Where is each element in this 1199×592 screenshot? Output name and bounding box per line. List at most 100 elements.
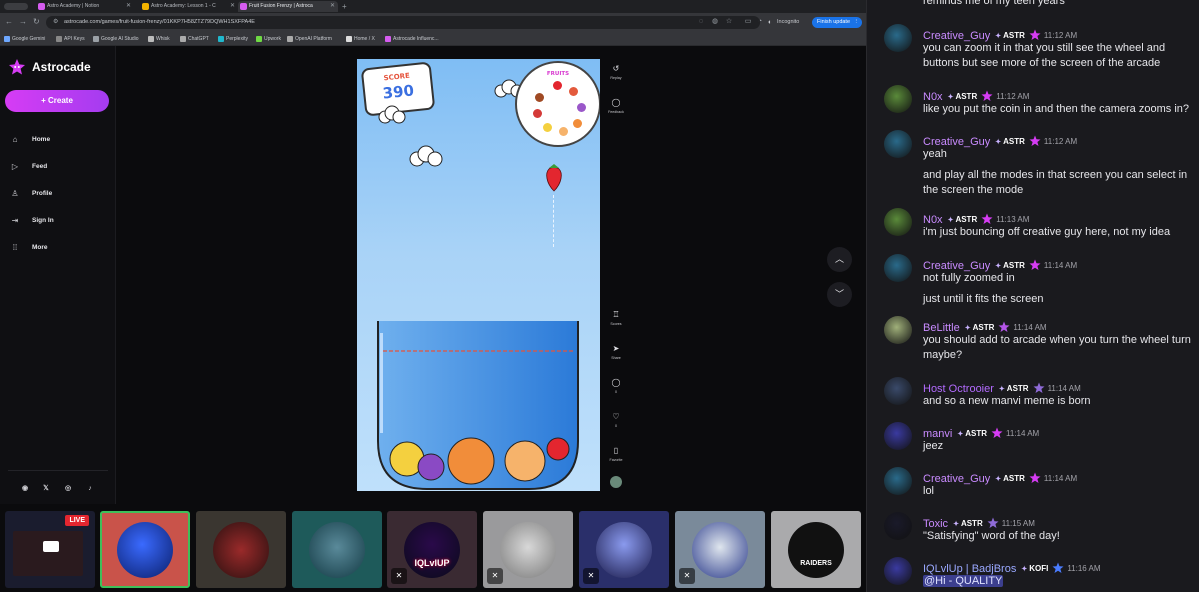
instagram-icon[interactable]: ◎	[63, 484, 73, 494]
scores-button[interactable]: ♖ Scores	[603, 310, 629, 326]
incognito-indicator[interactable]: ◐ Incognito	[768, 17, 799, 28]
star-icon[interactable]: ☆	[725, 18, 733, 26]
star-badge-icon	[1052, 562, 1064, 573]
site-info-icon[interactable]: ⚙	[53, 16, 58, 29]
cast-icon[interactable]: ◍	[711, 18, 719, 26]
stream-view: Astro Academy | Notion ✕ Astro Academy: …	[0, 0, 866, 592]
chat-message-text: yeah	[923, 148, 947, 160]
eye-off-icon[interactable]: ◌	[697, 18, 705, 26]
upwork-icon	[256, 36, 262, 42]
participant-tile[interactable]	[292, 511, 382, 588]
browser-tab[interactable]: Astro Academy: Lesson 1 - C ✕	[140, 1, 238, 12]
ai-studio-icon	[93, 36, 99, 42]
discord-icon[interactable]: ◉	[20, 484, 30, 494]
close-icon[interactable]: ✕	[126, 1, 131, 12]
user-avatar[interactable]	[884, 316, 912, 344]
feedback-button[interactable]: ◯ Feedback	[603, 98, 629, 114]
message-header: manvi ✦ ASTR 11:14 AM	[923, 424, 1039, 440]
profile-icon[interactable]: ◔	[756, 18, 764, 26]
bookmark[interactable]: ChatGPT	[180, 34, 209, 44]
timestamp: 11:12 AM	[1043, 31, 1078, 40]
mic-muted-icon: ✕	[487, 568, 503, 584]
avatar	[309, 521, 365, 578]
strawberry-icon	[569, 87, 578, 96]
nav-item-more[interactable]: ⁞⁞ More	[10, 242, 106, 254]
nav-item-profile[interactable]: ♙ Profile	[10, 188, 106, 200]
user-avatar[interactable]	[884, 467, 912, 495]
browser-tab-active[interactable]: Fruit Fusion Frenzy | Astroca ✕	[238, 1, 338, 12]
reload-icon[interactable]: ↻	[33, 17, 40, 27]
participant-tile[interactable]: ✕	[483, 511, 573, 588]
new-tab-icon[interactable]: +	[342, 0, 347, 13]
address-bar: ← → ↻ ⚙ astrocade.com/games/fruit-fusion…	[0, 13, 866, 32]
user-avatar[interactable]	[884, 377, 912, 405]
role-icon: ✦	[947, 94, 954, 101]
participant-tile[interactable]: ✕	[675, 511, 765, 588]
creator-avatar[interactable]	[610, 476, 622, 488]
participant-tile[interactable]: IQLvlUP ✕	[387, 511, 477, 588]
browser-tab[interactable]: Astro Academy | Notion ✕	[36, 1, 134, 12]
user-avatar[interactable]	[884, 254, 912, 282]
message-header: Host Octrooier ✦ ASTR 11:14 AM	[923, 379, 1081, 395]
comment-button[interactable]: ◯ 0	[603, 378, 629, 394]
bookmark[interactable]: OpenAI Platform	[287, 34, 332, 44]
game-canvas[interactable]: SCORE 390 FRUITS	[357, 59, 600, 491]
x-icon[interactable]: 𝕏	[41, 484, 51, 494]
participant-tile-active[interactable]	[100, 511, 190, 588]
user-avatar[interactable]	[884, 85, 912, 113]
participant-tile[interactable]	[196, 511, 286, 588]
chat-panel: reminds me of my teen years Creative_Guy…	[866, 0, 1199, 592]
favorite-button[interactable]: ▯ Favorite	[603, 446, 629, 462]
bookmark[interactable]: Google Gemini	[4, 34, 45, 44]
user-avatar[interactable]	[884, 24, 912, 52]
user-avatar[interactable]	[884, 422, 912, 450]
nav-item-feed[interactable]: ▷ Feed	[10, 161, 106, 173]
scroll-down-button[interactable]: ﹀	[827, 282, 852, 307]
tiktok-icon[interactable]: ♪	[85, 484, 95, 494]
nav-item-home[interactable]: ⌂ Home	[10, 134, 106, 146]
bookmark[interactable]: API Keys	[56, 34, 85, 44]
forward-icon[interactable]: →	[19, 17, 27, 27]
message-header: Creative_Guy ✦ ASTR 11:14 AM	[923, 469, 1077, 485]
like-button[interactable]: ♡ 0	[603, 412, 629, 428]
close-icon[interactable]: ✕	[230, 1, 235, 12]
bookmark[interactable]: Google AI Studio	[93, 34, 139, 44]
replay-button[interactable]: ↺ Replay	[603, 64, 629, 80]
url-field[interactable]: ⚙ astrocade.com/games/fruit-fusion-frenz…	[46, 16, 760, 29]
user-avatar[interactable]	[884, 130, 912, 158]
nav-item-sign-in[interactable]: ⇥ Sign In	[10, 215, 106, 227]
participant-tile[interactable]: RAIDERS	[771, 511, 861, 588]
bookmarks-bar: Google Gemini API Keys Google AI Studio …	[0, 32, 866, 46]
mention[interactable]: @Hi - QUALITY	[923, 575, 1004, 587]
scroll-up-button[interactable]: ︿	[827, 247, 852, 272]
bookmark[interactable]: Whisk	[148, 34, 170, 44]
window-controls[interactable]	[4, 3, 28, 10]
star-badge-icon	[1029, 472, 1041, 483]
bookmark[interactable]: Astrocade Influenc...	[385, 34, 439, 44]
screen-preview	[13, 531, 83, 576]
side-panel-icon[interactable]: ▭	[744, 18, 752, 26]
share-button[interactable]: ➤ Share	[603, 344, 629, 360]
user-avatar[interactable]	[884, 208, 912, 236]
close-icon[interactable]: ✕	[330, 1, 335, 12]
bookmark[interactable]: Upwork	[256, 34, 281, 44]
feedback-icon: ◯	[611, 98, 621, 107]
participant-tile[interactable]: ✕	[579, 511, 669, 588]
bookmark[interactable]: Home / X	[346, 34, 375, 44]
back-icon[interactable]: ←	[5, 17, 13, 27]
grid-icon: ⁞⁞	[12, 243, 18, 252]
screen-share-tile[interactable]: LIVE	[5, 511, 95, 588]
timestamp: 11:15 AM	[1001, 519, 1035, 528]
user-avatar[interactable]	[884, 557, 912, 585]
role-icon: ✦	[995, 139, 1002, 146]
finish-update-button[interactable]: Finish update ⋮	[812, 17, 863, 28]
role-icon: ✦	[995, 263, 1002, 270]
message-header: IQLvlUp | BadjBros ✦ KOFI 11:16 AM	[923, 559, 1101, 575]
bookmark[interactable]: Perplexity	[218, 34, 248, 44]
user-avatar[interactable]	[884, 512, 912, 540]
create-button[interactable]: + Create	[5, 90, 109, 112]
chat-message-text: like you put the coin in and then the ca…	[923, 103, 1189, 115]
role-icon: ✦	[964, 325, 971, 332]
trophy-icon: ♖	[612, 310, 620, 319]
replay-icon: ↺	[612, 64, 620, 73]
